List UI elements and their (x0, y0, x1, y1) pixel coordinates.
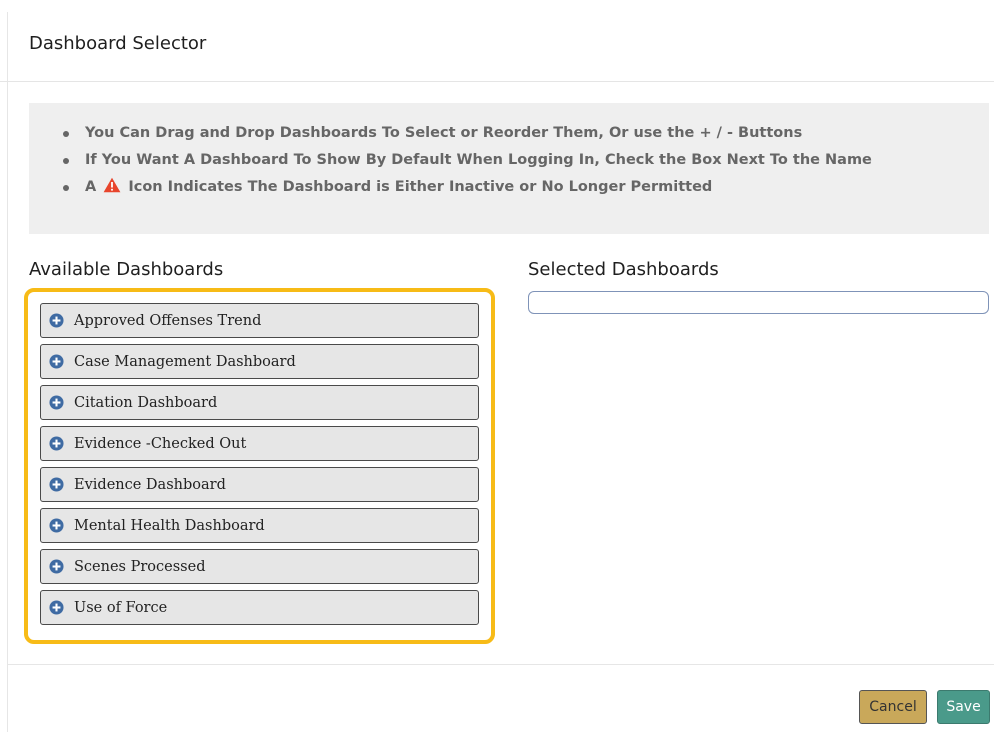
dashboard-item-approved-offenses-trend[interactable]: Approved Offenses Trend (40, 303, 479, 338)
plus-circle-icon[interactable] (49, 313, 64, 328)
plus-circle-icon[interactable] (49, 436, 64, 451)
instructions-list: You Can Drag and Drop Dashboards To Sele… (63, 123, 872, 204)
dashboard-item-label: Evidence -Checked Out (74, 435, 247, 452)
footer-divider (7, 664, 994, 665)
instruction-text-prefix: A (85, 179, 97, 195)
dashboard-item-case-management-dashboard[interactable]: Case Management Dashboard (40, 344, 479, 379)
dashboard-item-label: Evidence Dashboard (74, 476, 226, 493)
dashboard-item-evidence-checked-out[interactable]: Evidence -Checked Out (40, 426, 479, 461)
available-dashboards-title: Available Dashboards (29, 259, 224, 280)
dialog-title: Dashboard Selector (29, 33, 207, 54)
bullet-icon (63, 158, 69, 164)
dashboard-item-scenes-processed[interactable]: Scenes Processed (40, 549, 479, 584)
dashboard-item-label: Case Management Dashboard (74, 353, 296, 370)
dashboard-item-use-of-force[interactable]: Use of Force (40, 590, 479, 625)
plus-circle-icon[interactable] (49, 559, 64, 574)
plus-circle-icon[interactable] (49, 600, 64, 615)
save-button[interactable]: Save (937, 690, 990, 724)
instructions-panel: You Can Drag and Drop Dashboards To Sele… (29, 103, 989, 234)
plus-circle-icon[interactable] (49, 477, 64, 492)
bullet-icon (63, 131, 69, 137)
dashboard-item-mental-health-dashboard[interactable]: Mental Health Dashboard (40, 508, 479, 543)
plus-circle-icon[interactable] (49, 395, 64, 410)
instruction-item: If You Want A Dashboard To Show By Defau… (63, 150, 872, 177)
dashboard-item-label: Mental Health Dashboard (74, 517, 265, 534)
plus-circle-icon[interactable] (49, 518, 64, 533)
dashboard-item-label: Scenes Processed (74, 558, 206, 575)
dashboard-item-evidence-dashboard[interactable]: Evidence Dashboard (40, 467, 479, 502)
available-dashboards-list[interactable]: Approved Offenses Trend Case Management … (40, 303, 479, 631)
instruction-text: You Can Drag and Drop Dashboards To Sele… (85, 125, 803, 141)
instruction-text-suffix: Icon Indicates The Dashboard is Either I… (128, 179, 713, 195)
cancel-button[interactable]: Cancel (859, 690, 927, 724)
selected-dashboards-dropzone[interactable] (528, 291, 989, 314)
plus-circle-icon[interactable] (49, 354, 64, 369)
dashboard-item-label: Use of Force (74, 599, 168, 616)
selected-dashboards-title: Selected Dashboards (528, 259, 719, 280)
dashboard-item-label: Citation Dashboard (74, 394, 218, 411)
dialog-left-edge (7, 12, 8, 732)
dashboard-item-label: Approved Offenses Trend (74, 312, 262, 329)
instruction-item: You Can Drag and Drop Dashboards To Sele… (63, 123, 872, 150)
bullet-icon (63, 185, 69, 191)
instruction-item: A Icon Indicates The Dashboard is Either… (63, 177, 872, 204)
instruction-text: If You Want A Dashboard To Show By Defau… (85, 152, 872, 168)
dialog-header: Dashboard Selector (0, 0, 994, 82)
warning-icon (103, 177, 121, 193)
dashboard-item-citation-dashboard[interactable]: Citation Dashboard (40, 385, 479, 420)
